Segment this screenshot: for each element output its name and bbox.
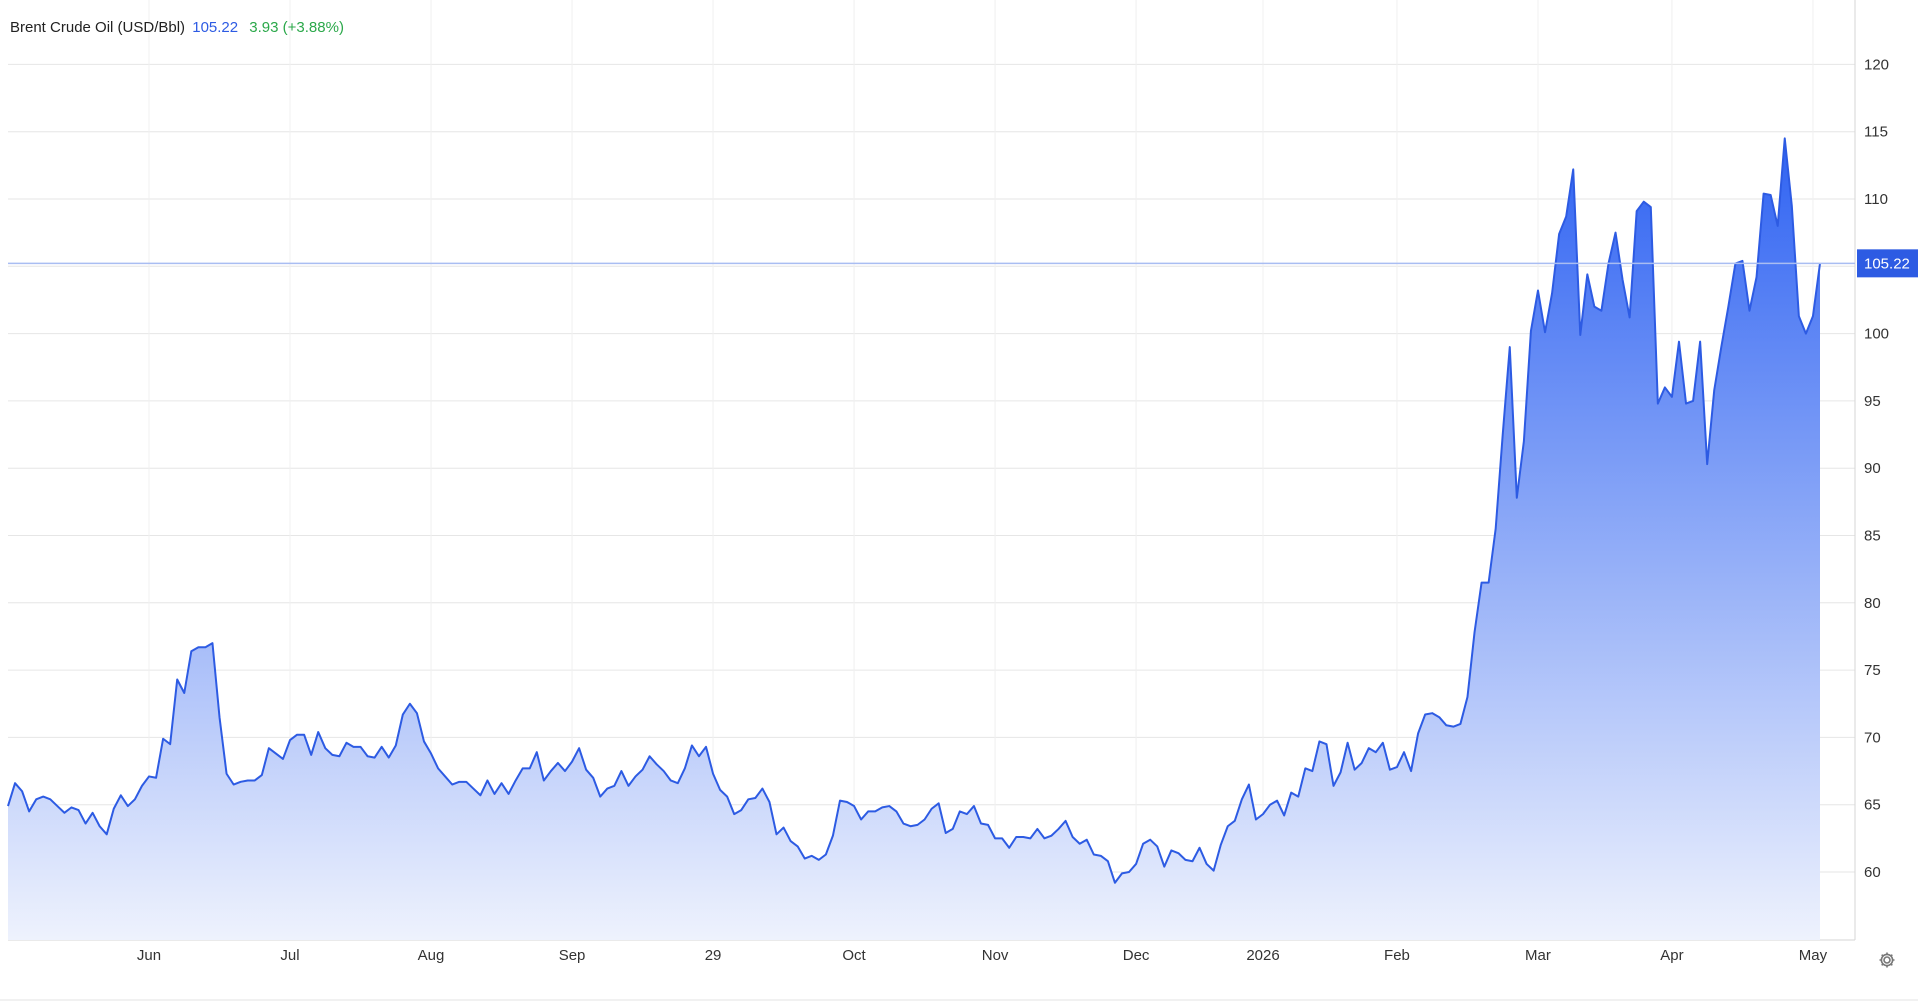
- y-tick-label: 75: [1864, 662, 1881, 679]
- x-tick-label: Feb: [1384, 947, 1410, 964]
- y-tick-label: 60: [1864, 864, 1881, 881]
- x-tick-label: 29: [705, 947, 722, 964]
- y-tick-label: 85: [1864, 528, 1881, 545]
- y-tick-label: 110: [1864, 191, 1888, 208]
- legend-instrument-name: Brent Crude Oil (USD/Bbl): [10, 19, 186, 36]
- legend-last-price: 105.22: [192, 19, 239, 36]
- x-tick-label: Oct: [842, 947, 866, 964]
- x-tick-label: Mar: [1525, 947, 1551, 964]
- x-tick-label: 2026: [1246, 947, 1279, 964]
- x-tick-label: Nov: [982, 947, 1009, 964]
- y-tick-label: 90: [1864, 460, 1881, 477]
- chart-container: 6065707580859095100105110115120JunJulAug…: [0, 0, 1918, 1003]
- x-tick-label: Sep: [559, 947, 586, 964]
- x-tick-label: Jul: [280, 947, 299, 964]
- x-tick-label: Dec: [1123, 947, 1150, 964]
- y-tick-label: 65: [1864, 797, 1881, 814]
- x-tick-label: May: [1799, 947, 1828, 964]
- price-area: [8, 138, 1820, 940]
- y-tick-label: 120: [1864, 56, 1889, 73]
- chart-legend: Brent Crude Oil (USD/Bbl) 105.22 3.93 (+…: [10, 19, 344, 37]
- x-tick-label: Apr: [1660, 947, 1683, 964]
- gear-icon[interactable]: [1877, 950, 1897, 970]
- last-price-badge-label: 105.22: [1864, 255, 1910, 272]
- x-tick-label: Aug: [418, 947, 445, 964]
- legend-price-change: 3.93 (+3.88%): [249, 19, 344, 36]
- y-tick-label: 70: [1864, 729, 1881, 746]
- y-tick-label: 95: [1864, 393, 1881, 410]
- chart-plot: 6065707580859095100105110115120JunJulAug…: [0, 0, 1918, 1001]
- y-tick-label: 100: [1864, 326, 1889, 343]
- x-tick-label: Jun: [137, 947, 161, 964]
- y-tick-label: 115: [1864, 124, 1888, 141]
- y-tick-label: 80: [1864, 595, 1881, 612]
